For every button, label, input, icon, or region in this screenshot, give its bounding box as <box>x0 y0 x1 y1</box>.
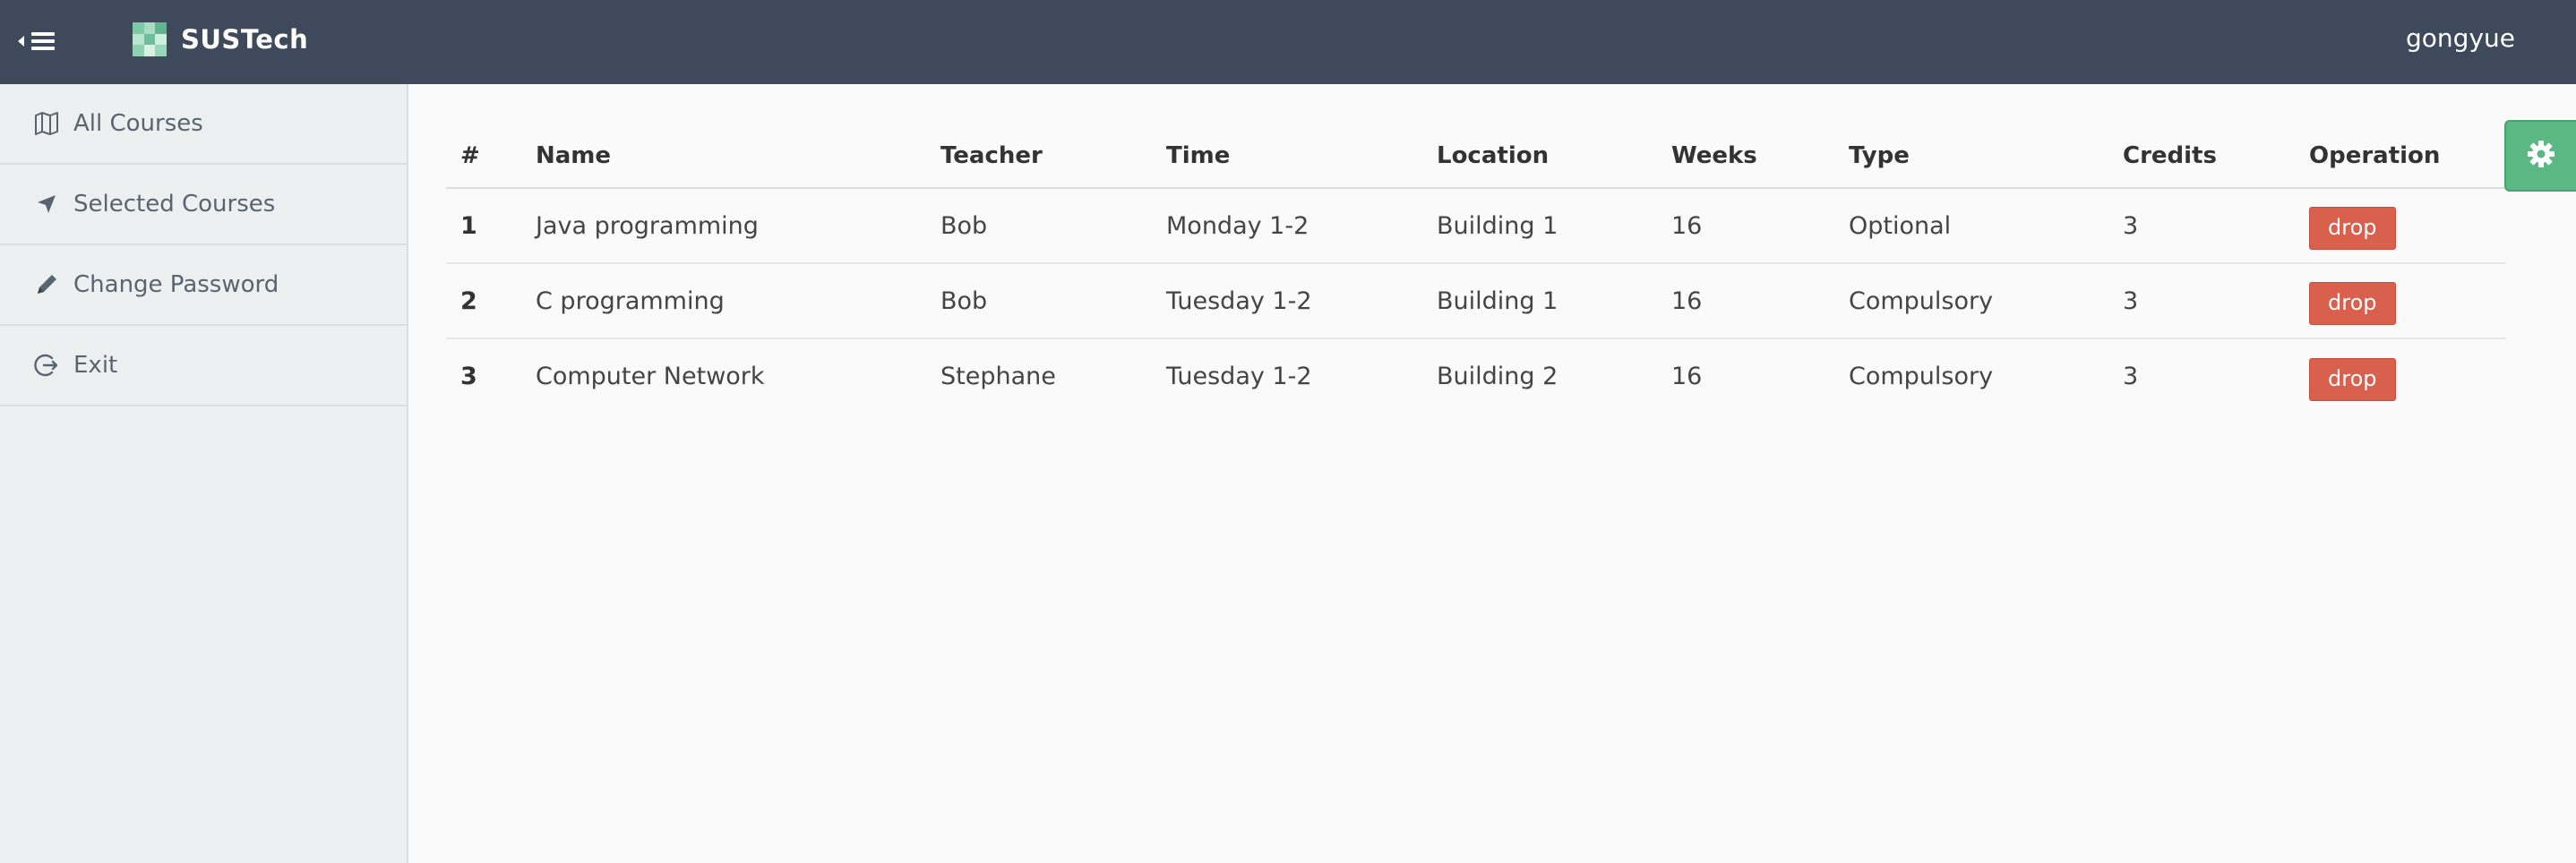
table-row: 1 Java programming Bob Monday 1-2 Buildi… <box>446 188 2506 264</box>
sidebar-item-exit[interactable]: Exit <box>0 326 407 406</box>
course-name: Computer Network <box>536 363 765 390</box>
course-credits: 3 <box>2108 188 2295 264</box>
map-icon <box>32 109 61 138</box>
course-location: Building 1 <box>1422 188 1657 264</box>
course-type: Compulsory <box>1834 263 2108 339</box>
chevron-left-icon <box>18 36 24 47</box>
column-header: Weeks <box>1657 120 1834 189</box>
course-name: Java programming <box>521 188 926 264</box>
location-arrow-icon <box>32 190 61 218</box>
user-menu[interactable]: gongyue <box>2406 23 2515 53</box>
course-name: C programming <box>521 263 926 339</box>
operation-cell: drop <box>2295 188 2506 264</box>
sidebar-item-label: Change Password <box>73 271 279 298</box>
sidebar-item-label: Exit <box>73 352 118 379</box>
column-header: Credits <box>2108 120 2295 189</box>
row-index: 2 <box>446 263 521 339</box>
course-time: Tuesday 1-2 <box>1166 363 1312 390</box>
gear-icon <box>2526 139 2556 173</box>
sidebar-item-selected-courses[interactable]: Selected Courses <box>0 165 407 245</box>
sidebar-item-label: All Courses <box>73 110 203 137</box>
course-teacher: Bob <box>926 263 1152 339</box>
course-time: Tuesday 1-2 <box>1152 263 1422 339</box>
sidebar-item-all-courses[interactable]: All Courses <box>0 84 407 165</box>
course-location: Building 1 <box>1422 263 1657 339</box>
sidebar: All Courses Selected Courses Change Pass… <box>0 84 408 863</box>
course-weeks: 16 <box>1671 363 1703 390</box>
logo-icon <box>133 22 167 56</box>
operation-cell: drop <box>2295 338 2506 414</box>
course-credits: 3 <box>2123 363 2139 390</box>
operation-cell: drop <box>2295 263 2506 339</box>
column-header: # <box>446 120 521 189</box>
table-row: 3 Computer Network Stephane Tuesday 1-2 … <box>446 338 2506 414</box>
course-type: Optional <box>1834 188 2108 264</box>
course-teacher: Bob <box>926 188 1152 264</box>
row-index: 3 <box>460 363 477 390</box>
column-header: Operation <box>2295 120 2506 189</box>
pencil-icon <box>32 270 61 299</box>
sign-out-icon <box>32 351 61 380</box>
brand-name: SUSTech <box>181 24 309 55</box>
course-weeks: 16 <box>1657 188 1834 264</box>
column-header: Name <box>521 120 926 189</box>
selected-courses-table: # Name Teacher Time Location Weeks Type … <box>446 120 2506 414</box>
hamburger-icon <box>31 31 55 51</box>
drop-button[interactable]: drop <box>2309 282 2396 325</box>
settings-button[interactable] <box>2504 120 2576 192</box>
column-header: Location <box>1422 120 1657 189</box>
course-time: Monday 1-2 <box>1152 188 1422 264</box>
table-row: 2 C programming Bob Tuesday 1-2 Building… <box>446 263 2506 339</box>
drop-button[interactable]: drop <box>2309 357 2396 401</box>
brand[interactable]: SUSTech <box>133 21 308 57</box>
course-credits: 3 <box>2108 263 2295 339</box>
course-weeks: 16 <box>1657 263 1834 339</box>
row-index: 1 <box>446 188 521 264</box>
sidebar-item-change-password[interactable]: Change Password <box>0 245 407 326</box>
column-header: Teacher <box>926 120 1152 189</box>
main-content: # Name Teacher Time Location Weeks Type … <box>410 84 2576 863</box>
top-navbar: SUSTech gongyue <box>0 0 2576 84</box>
sidebar-toggle-button[interactable] <box>18 25 68 57</box>
table-header-row: # Name Teacher Time Location Weeks Type … <box>446 120 2506 189</box>
drop-button[interactable]: drop <box>2309 207 2396 250</box>
course-location: Building 2 <box>1437 363 1558 390</box>
column-header: Type <box>1834 120 2108 189</box>
column-header: Time <box>1152 120 1422 189</box>
sidebar-item-label: Selected Courses <box>73 191 276 218</box>
course-teacher: Stephane <box>940 363 1056 390</box>
course-type: Compulsory <box>1849 363 1994 390</box>
